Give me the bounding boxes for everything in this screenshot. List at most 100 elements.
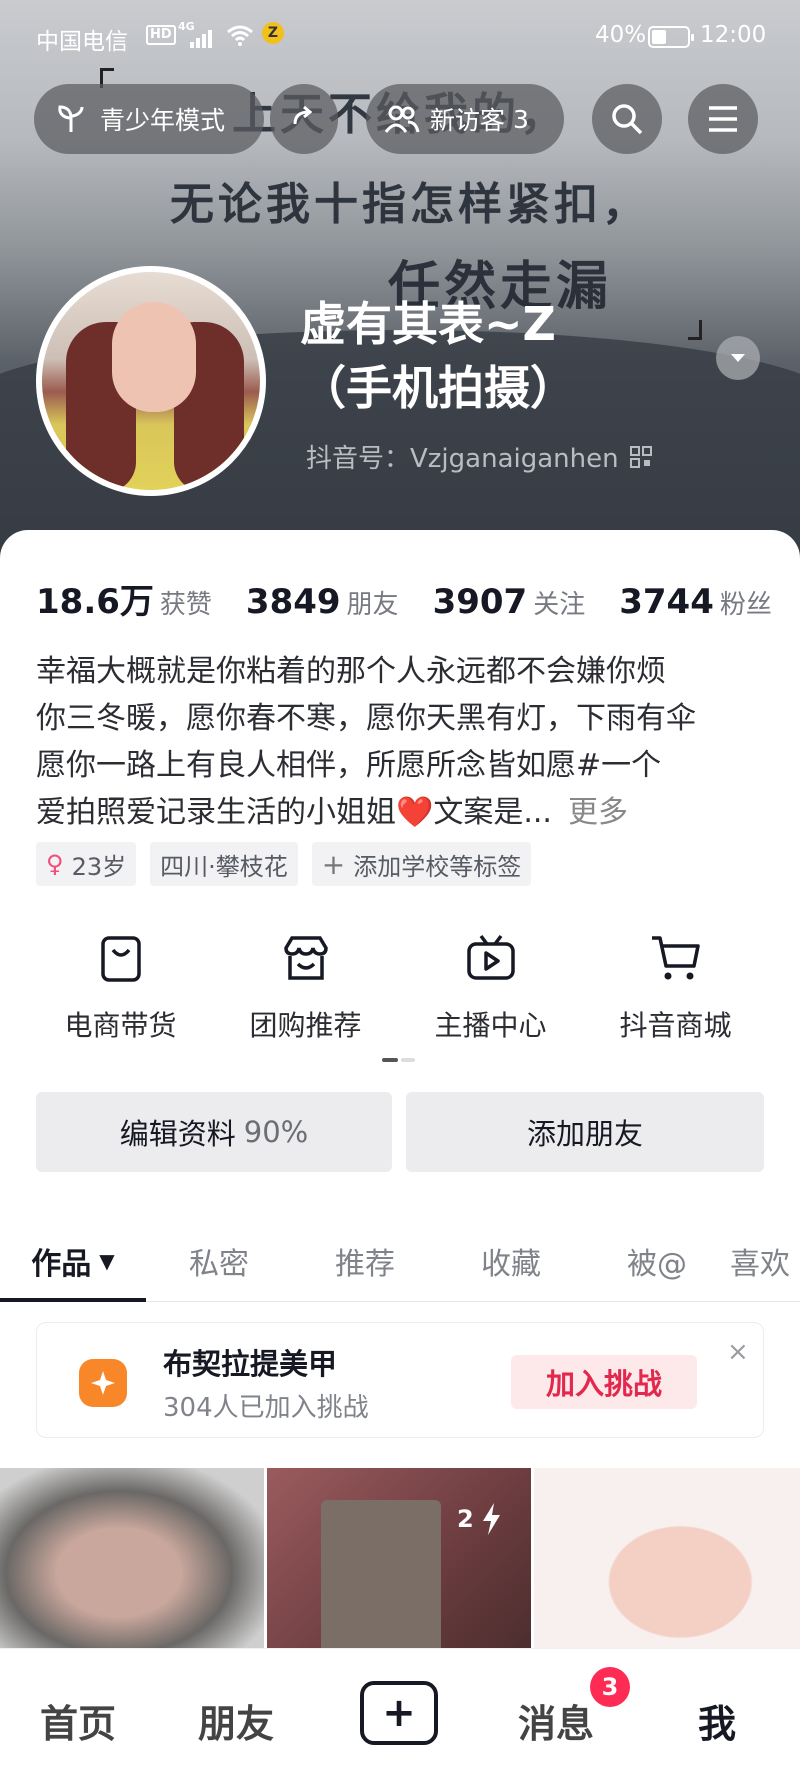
tab-works[interactable]: 作品 ▼ bbox=[0, 1220, 146, 1302]
service-label: 主播中心 bbox=[434, 1009, 547, 1042]
sprout-icon bbox=[58, 105, 84, 132]
female-gender-icon: ♀ bbox=[46, 850, 64, 878]
video-thumbnail[interactable]: 2 bbox=[267, 1468, 531, 1658]
content-tabs: 作品 ▼ 私密 推荐 收藏 被@ 喜欢 bbox=[0, 1220, 800, 1302]
edit-profile-button[interactable]: 编辑资料 90% bbox=[36, 1092, 392, 1172]
plus-icon: + bbox=[321, 847, 346, 881]
pager-indicator bbox=[382, 1058, 418, 1062]
stats-row: 18.6万 获赞 3849 朋友 3907 关注 3744 粉丝 bbox=[36, 574, 772, 623]
challenge-title: 布契拉提美甲 bbox=[163, 1347, 338, 1381]
stat-friends[interactable]: 3849 朋友 bbox=[246, 582, 399, 622]
age-tag-label: 23岁 bbox=[71, 852, 127, 881]
close-icon[interactable]: × bbox=[727, 1337, 749, 1367]
qr-code-icon[interactable] bbox=[629, 445, 653, 469]
tab-recommend[interactable]: 推荐 bbox=[292, 1220, 438, 1301]
bio-more-link[interactable]: 更多 bbox=[568, 795, 628, 830]
create-button[interactable]: + bbox=[360, 1681, 438, 1745]
visitors-icon bbox=[384, 105, 420, 133]
cover-text-line2: 无论我十指怎样紧扣， bbox=[170, 179, 650, 230]
tab-private[interactable]: 私密 bbox=[146, 1220, 292, 1301]
youth-mode-label: 青少年模式 bbox=[100, 106, 226, 135]
messages-badge: 3 bbox=[590, 1667, 630, 1707]
nav-messages[interactable]: 消息 bbox=[518, 1693, 594, 1748]
profile-completion: 90% bbox=[243, 1115, 309, 1149]
heart-emoji: ❤️ bbox=[396, 795, 434, 830]
service-group-buy[interactable]: 团购推荐 bbox=[213, 930, 398, 1044]
new-visitors-button[interactable]: 新访客 3 bbox=[366, 84, 564, 154]
profile-name[interactable]: 虚有其表~Z （手机拍摄） bbox=[300, 292, 700, 420]
tab-label: 私密 bbox=[189, 1246, 249, 1282]
service-shortcuts: 电商带货 团购推荐 主播中心 抖音商城 bbox=[0, 930, 800, 1044]
battery-percent: 40% bbox=[595, 22, 647, 48]
location-tag-label: 四川·攀枝花 bbox=[160, 852, 288, 881]
add-school-tag[interactable]: + 添加学校等标签 bbox=[311, 842, 532, 886]
service-label: 抖音商城 bbox=[619, 1009, 732, 1042]
status-bar: 中国电信 HD 4G Z 40% 12:00 bbox=[0, 0, 800, 70]
signal-icon bbox=[190, 28, 218, 48]
bio-line-3: 愿你一路上有良人相伴，所愿所念皆如愿#一个 bbox=[36, 748, 662, 783]
video-thumbnail[interactable] bbox=[534, 1468, 800, 1658]
battery-icon bbox=[648, 26, 694, 48]
profile-tags: ♀ 23岁 四川·攀枝花 + 添加学校等标签 bbox=[36, 842, 545, 886]
douyin-id[interactable]: 抖音号：Vzjganaiganhen bbox=[306, 438, 653, 475]
hd-icon: HD bbox=[146, 25, 176, 45]
tab-label: 被@ bbox=[627, 1246, 687, 1282]
profile-bio[interactable]: 幸福大概就是你粘着的那个人永远都不会嫌你烦 你三冬暖，愿你春不寒，愿你天黑有灯，… bbox=[36, 648, 764, 838]
share-button[interactable] bbox=[270, 84, 338, 154]
age-tag[interactable]: ♀ 23岁 bbox=[36, 842, 137, 886]
account-switch-button[interactable] bbox=[716, 336, 760, 380]
stat-label: 获赞 bbox=[159, 590, 212, 620]
chevron-down-icon bbox=[731, 354, 745, 362]
stat-followers[interactable]: 3744 粉丝 bbox=[619, 582, 772, 622]
add-friend-label: 添加朋友 bbox=[526, 1117, 643, 1151]
share-icon bbox=[293, 105, 313, 125]
stat-following[interactable]: 3907 关注 bbox=[433, 582, 586, 622]
new-visitors-label: 新访客 bbox=[430, 106, 506, 135]
stat-value: 18.6万 bbox=[36, 582, 154, 622]
tab-mentions[interactable]: 被@ bbox=[584, 1220, 730, 1301]
join-challenge-button[interactable]: 加入挑战 bbox=[511, 1355, 697, 1409]
cart-icon bbox=[651, 936, 700, 980]
profile-name-line2: （手机拍摄） bbox=[300, 361, 576, 415]
tab-favorites[interactable]: 收藏 bbox=[438, 1220, 584, 1301]
tab-label: 推荐 bbox=[335, 1246, 395, 1282]
store-icon bbox=[283, 936, 328, 980]
challenge-banner[interactable]: 布契拉提美甲 304人已加入挑战 加入挑战 × bbox=[36, 1322, 764, 1438]
nav-friends[interactable]: 朋友 bbox=[198, 1693, 274, 1748]
add-school-label: 添加学校等标签 bbox=[353, 852, 522, 881]
add-friend-button[interactable]: 添加朋友 bbox=[406, 1092, 764, 1172]
stat-label: 朋友 bbox=[346, 590, 399, 620]
bio-line-4-text: 爱拍照爱记录生活的小姐姐 bbox=[36, 795, 396, 830]
service-label: 团购推荐 bbox=[249, 1009, 362, 1042]
profile-actions: 编辑资料 90% 添加朋友 bbox=[36, 1092, 764, 1172]
profile-card: 18.6万 获赞 3849 朋友 3907 关注 3744 粉丝 幸福大概就是你… bbox=[0, 530, 800, 1778]
bottom-nav: 首页 朋友 + 消息 3 我 bbox=[0, 1648, 800, 1778]
video-thumbnail[interactable] bbox=[0, 1468, 264, 1658]
plus-icon: + bbox=[382, 1690, 416, 1736]
nav-home[interactable]: 首页 bbox=[40, 1693, 116, 1748]
tab-label: 作品 bbox=[31, 1246, 92, 1282]
stat-value: 3907 bbox=[432, 582, 528, 622]
search-button[interactable] bbox=[592, 84, 662, 154]
shopping-bag-icon bbox=[100, 936, 141, 982]
thumbnail-badge-count: 2 bbox=[457, 1505, 474, 1533]
stat-likes[interactable]: 18.6万 获赞 bbox=[36, 574, 212, 623]
service-douyin-mall[interactable]: 抖音商城 bbox=[583, 930, 768, 1044]
wifi-icon bbox=[227, 25, 253, 46]
bio-line-2: 你三冬暖，愿你春不寒，愿你天黑有灯，下雨有伞 bbox=[36, 701, 696, 736]
avatar[interactable] bbox=[36, 266, 266, 496]
service-streamer-center[interactable]: 主播中心 bbox=[398, 930, 583, 1044]
service-label: 电商带货 bbox=[64, 1009, 177, 1042]
nav-me[interactable]: 我 bbox=[698, 1693, 736, 1748]
challenge-icon bbox=[79, 1359, 127, 1407]
location-tag[interactable]: 四川·攀枝花 bbox=[150, 842, 298, 886]
bio-line-1: 幸福大概就是你粘着的那个人永远都不会嫌你烦 bbox=[36, 654, 666, 689]
tab-likes[interactable]: 喜欢 bbox=[730, 1220, 800, 1301]
bio-line-4-tail: 文案是... bbox=[433, 795, 552, 830]
service-ecommerce[interactable]: 电商带货 bbox=[28, 930, 213, 1044]
sparkle-icon bbox=[91, 1371, 115, 1395]
profile-name-line1: 虚有其表~Z bbox=[300, 297, 556, 351]
menu-button[interactable] bbox=[688, 84, 758, 154]
youth-mode-button[interactable]: 青少年模式 bbox=[34, 84, 264, 154]
clock: 12:00 bbox=[700, 22, 767, 48]
